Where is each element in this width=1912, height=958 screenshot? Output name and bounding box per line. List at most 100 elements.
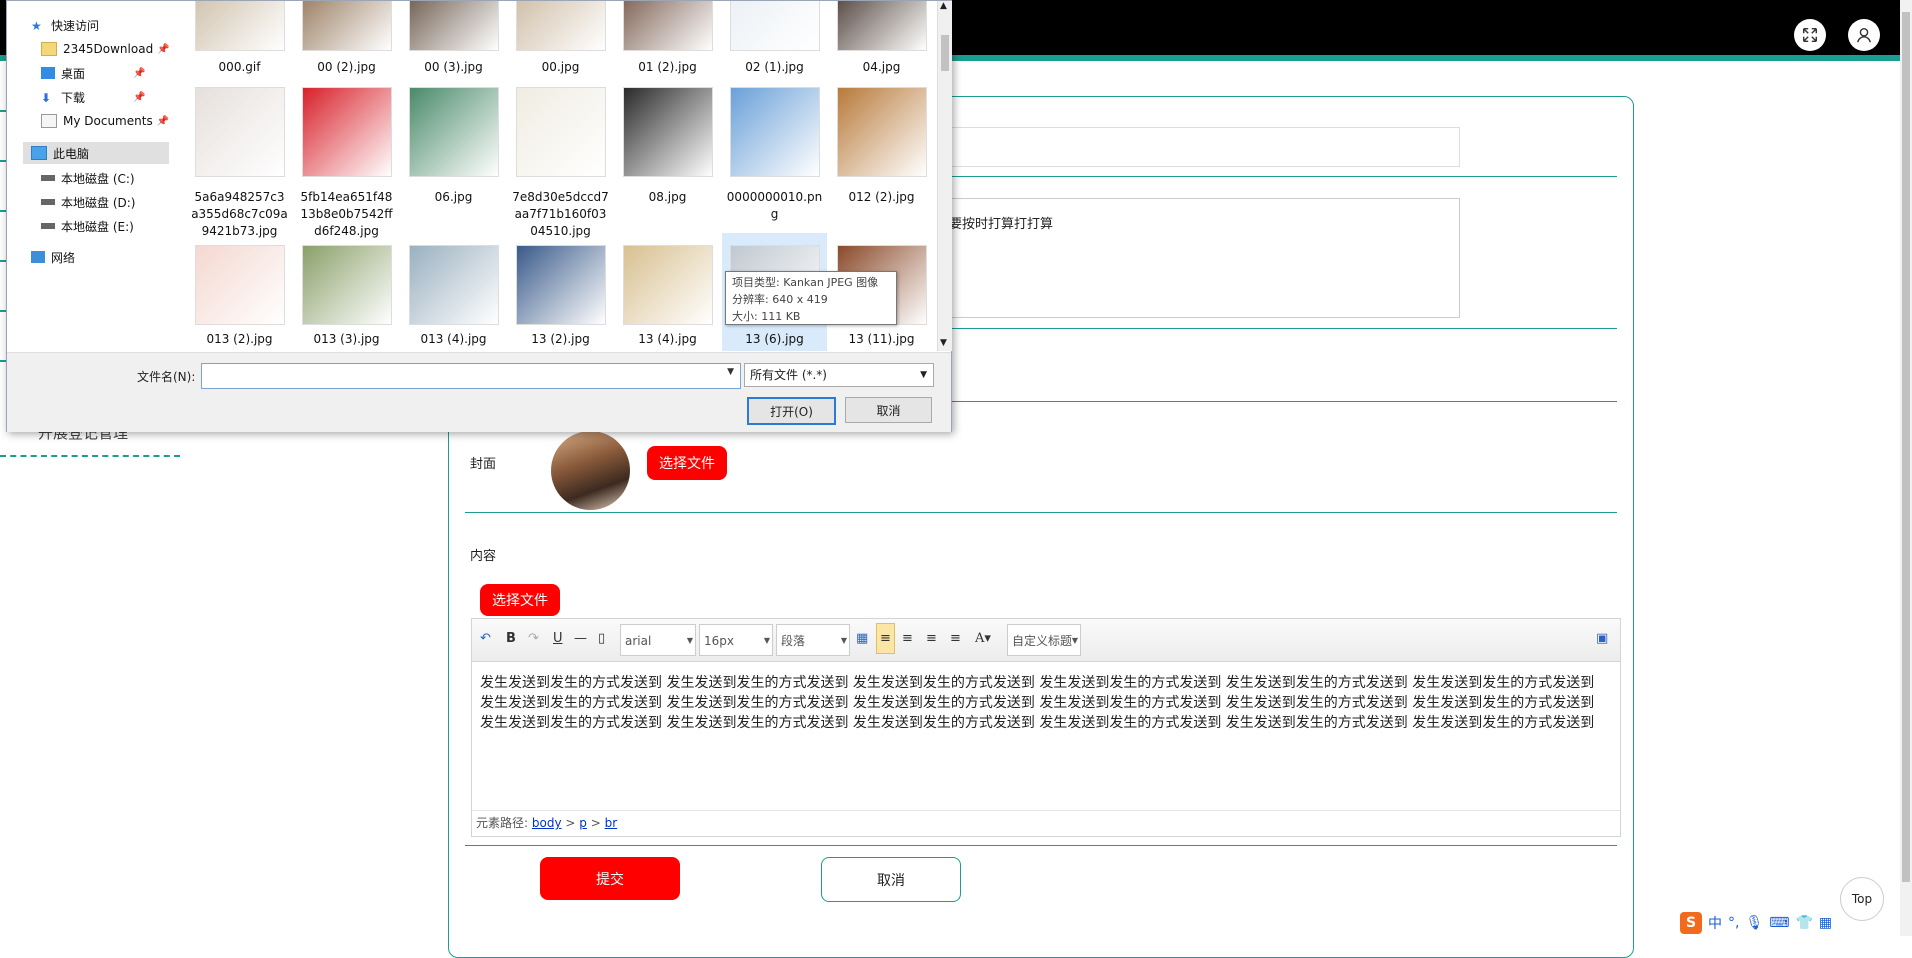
- title-input[interactable]: [940, 127, 1460, 167]
- page-scrollbar[interactable]: [1900, 0, 1912, 936]
- path-separator: >: [565, 816, 576, 830]
- file-thumbnail: [623, 87, 713, 177]
- nav-quick-access[interactable]: ★ 快速访问: [31, 14, 99, 36]
- grid-menu-icon[interactable]: ▦: [1819, 915, 1832, 931]
- file-item[interactable]: 00.jpg: [508, 1, 613, 91]
- nav-drive-d[interactable]: 本地磁盘 (D:): [41, 191, 135, 213]
- pin-icon: 📌: [157, 43, 170, 55]
- file-item[interactable]: 13 (4).jpg: [615, 233, 720, 351]
- nav-label: 网络: [51, 250, 76, 265]
- file-item[interactable]: 04.jpg: [829, 1, 934, 91]
- align-center-icon[interactable]: ≡: [902, 631, 913, 646]
- ime-language[interactable]: 中: [1708, 913, 1722, 933]
- microphone-icon[interactable]: 🎙: [1745, 915, 1763, 931]
- nav-network[interactable]: 网络: [31, 246, 75, 268]
- file-name: 13 (4).jpg: [638, 332, 697, 346]
- user-button[interactable]: [1848, 19, 1880, 51]
- file-item[interactable]: 06.jpg: [401, 81, 506, 231]
- file-item[interactable]: 13 (2).jpg: [508, 233, 613, 351]
- filename-input[interactable]: ▼: [201, 363, 741, 389]
- star-icon: ★: [31, 19, 42, 33]
- font-family-select[interactable]: arial ▼: [620, 624, 696, 656]
- desktop-icon: [41, 67, 55, 79]
- file-thumbnail: [409, 1, 499, 51]
- scroll-up-icon[interactable]: ▲: [940, 1, 947, 11]
- filetype-select[interactable]: 所有文件 (*.*) ▼: [744, 363, 934, 387]
- sogou-logo-icon[interactable]: S: [1680, 912, 1702, 934]
- choose-content-file-button[interactable]: 选择文件: [480, 584, 560, 616]
- align-justify-icon[interactable]: ≡: [950, 631, 961, 646]
- font-color-icon[interactable]: A▾: [975, 631, 991, 646]
- nav-my-documents[interactable]: My Documents 📌: [41, 110, 169, 132]
- nav-drive-e[interactable]: 本地磁盘 (E:): [41, 215, 134, 237]
- fullscreen-button[interactable]: [1794, 19, 1826, 51]
- redo-icon[interactable]: ↷: [528, 631, 539, 646]
- nav-label: 此电脑: [53, 146, 90, 161]
- file-item[interactable]: 0000000010.png: [722, 81, 827, 231]
- nav-2345download[interactable]: 2345Download 📌: [41, 38, 170, 60]
- file-item[interactable]: 013 (4).jpg: [401, 233, 506, 351]
- row-divider: [465, 845, 1617, 846]
- file-item[interactable]: 08.jpg: [615, 81, 720, 231]
- file-item[interactable]: 000.gif: [187, 1, 292, 91]
- summary-textarea[interactable]: 要按时打算打打算: [940, 198, 1460, 318]
- submit-button[interactable]: 提交: [540, 857, 680, 900]
- skin-icon[interactable]: 👕: [1795, 915, 1812, 931]
- tooltip-resolution: 分辨率: 640 x 419: [732, 293, 828, 306]
- font-size-select[interactable]: 16px ▼: [699, 624, 773, 656]
- path-link-br[interactable]: br: [605, 816, 618, 830]
- keyboard-icon[interactable]: ⌨: [1769, 915, 1789, 931]
- source-view-icon[interactable]: ▣: [1596, 631, 1608, 646]
- ime-toolbar: S 中 °, 🎙 ⌨ 👕 ▦: [1680, 910, 1900, 936]
- file-grid-scrollbar[interactable]: ▲ ▼: [937, 1, 952, 351]
- table-icon[interactable]: ▦: [856, 631, 868, 646]
- file-name: 013 (3).jpg: [313, 332, 380, 346]
- file-item[interactable]: 01 (2).jpg: [615, 1, 720, 91]
- align-left-icon[interactable]: ≡: [876, 623, 895, 654]
- bold-icon[interactable]: B: [506, 631, 516, 646]
- file-item[interactable]: 02 (1).jpg: [722, 1, 827, 91]
- file-name: 0000000010.png: [726, 190, 823, 221]
- nav-drive-c[interactable]: 本地磁盘 (C:): [41, 167, 135, 189]
- form-cancel-button[interactable]: 取消: [821, 857, 961, 902]
- path-link-body[interactable]: body: [532, 816, 562, 830]
- editor-toolbar: ↶ B ↷ U — ▯ arial ▼ 16px ▼ 段落 ▼ ▦ ≡ ≡ ≡ ≡ A…: [472, 619, 1620, 662]
- file-item[interactable]: 5a6a948257c3a355d68c7c09a9421b73.jpg: [187, 81, 292, 238]
- file-item[interactable]: 012 (2).jpg: [829, 81, 934, 231]
- file-item[interactable]: 00 (2).jpg: [294, 1, 399, 91]
- nav-downloads[interactable]: ⬇ 下载 📌: [41, 86, 145, 108]
- file-item[interactable]: 5fb14ea651f4813b8e0b7542ffd6f248.jpg: [294, 81, 399, 238]
- row-divider: [465, 512, 1617, 513]
- dialog-cancel-button[interactable]: 取消: [845, 397, 932, 423]
- editor-content[interactable]: 发生发送到发生的方式发送到 发生发送到发生的方式发送到 发生发送到发生的方式发送…: [480, 673, 1610, 733]
- scroll-down-icon[interactable]: ▼: [940, 338, 947, 348]
- file-item[interactable]: 00 (3).jpg: [401, 1, 506, 91]
- path-link-p[interactable]: p: [579, 816, 587, 830]
- nav-this-pc[interactable]: 此电脑: [23, 142, 169, 164]
- network-icon: [31, 251, 45, 263]
- nav-desktop[interactable]: 桌面 📌: [41, 62, 145, 84]
- document-icon[interactable]: ▯: [598, 631, 605, 646]
- file-item[interactable]: 7e8d30e5dccd7aa7f71b160f0304510.jpg: [508, 81, 613, 238]
- documents-icon: [41, 114, 57, 128]
- choose-cover-file-button[interactable]: 选择文件: [647, 446, 727, 480]
- file-name: 13 (2).jpg: [531, 332, 590, 346]
- file-name: 012 (2).jpg: [848, 190, 915, 204]
- file-thumbnail: [623, 1, 713, 51]
- underline-icon[interactable]: U: [553, 631, 563, 646]
- paragraph-select[interactable]: 段落 ▼: [776, 624, 850, 656]
- align-right-icon[interactable]: ≡: [926, 631, 937, 646]
- computer-icon: [31, 146, 47, 160]
- custom-title-select[interactable]: 自定义标题 ▼: [1007, 624, 1081, 656]
- file-name: 013 (4).jpg: [420, 332, 487, 346]
- undo-icon[interactable]: ↶: [480, 631, 491, 646]
- filename-label: 文件名(N):: [137, 370, 196, 384]
- file-item[interactable]: 013 (2).jpg: [187, 233, 292, 351]
- file-item[interactable]: 013 (3).jpg: [294, 233, 399, 351]
- horizontal-rule-icon[interactable]: —: [574, 631, 587, 646]
- nav-label: 快速访问: [51, 18, 100, 33]
- file-thumbnail: [730, 87, 820, 177]
- chevron-down-icon[interactable]: ▼: [727, 367, 734, 377]
- open-button[interactable]: 打开(O): [747, 397, 836, 425]
- punctuation-icon[interactable]: °,: [1728, 915, 1739, 931]
